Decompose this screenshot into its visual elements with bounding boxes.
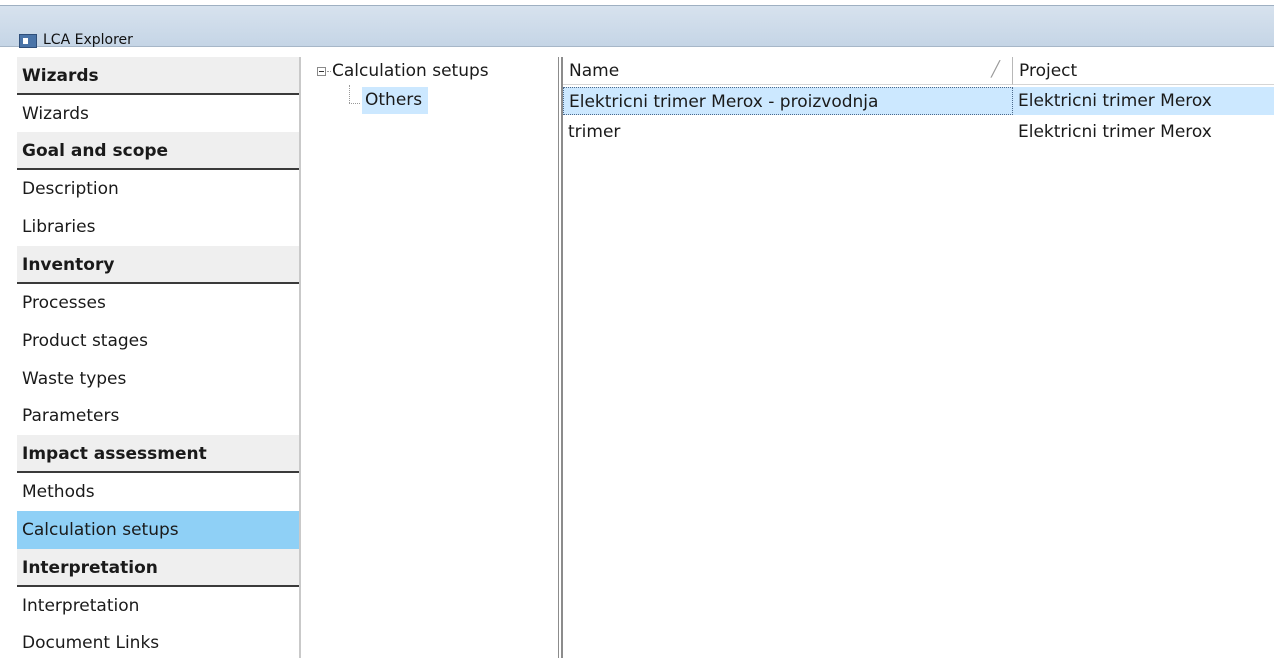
table-row[interactable]: trimer Elektricni trimer Merox	[563, 118, 1274, 146]
window-title: LCA Explorer	[43, 32, 133, 48]
cell-project: Elektricni trimer Merox	[1013, 87, 1274, 115]
section-header-interpretation[interactable]: Interpretation	[17, 549, 299, 587]
tree-connector-line	[349, 85, 350, 103]
column-header-name[interactable]: Name ╱	[563, 57, 1013, 85]
sidebar-item-libraries[interactable]: Libraries	[17, 208, 299, 246]
cell-name: trimer	[568, 122, 621, 142]
column-header-project[interactable]: Project	[1013, 57, 1274, 85]
lca-explorer-sidebar: Wizards Wizards Goal and scope Descripti…	[17, 57, 301, 658]
section-header-wizards[interactable]: Wizards	[17, 57, 299, 95]
tree-node-label: Others	[365, 90, 423, 110]
section-header-inventory[interactable]: Inventory	[17, 246, 299, 284]
sidebar-item-calculation-setups[interactable]: Calculation setups	[17, 511, 299, 549]
sidebar-item-waste-types[interactable]: Waste types	[17, 360, 299, 398]
tree-connector-line	[327, 71, 331, 72]
sidebar-item-interpretation[interactable]: Interpretation	[17, 587, 299, 625]
sidebar-item-document-links[interactable]: Document Links	[17, 624, 299, 658]
cell-name: Elektricni trimer Merox - proizvodnja	[563, 87, 1013, 115]
table-row[interactable]: Elektricni trimer Merox - proizvodnja El…	[563, 87, 1274, 115]
sidebar-item-processes[interactable]: Processes	[17, 284, 299, 322]
app-window-icon	[19, 34, 37, 48]
sidebar-item-product-stages[interactable]: Product stages	[17, 322, 299, 360]
sidebar-item-methods[interactable]: Methods	[17, 473, 299, 511]
tree-node-others[interactable]: Others	[362, 87, 428, 114]
calculation-setups-tree: Calculation setups Others	[303, 57, 559, 658]
sort-indicator-icon: ╱	[990, 60, 1000, 78]
tree-connector-line	[349, 103, 360, 104]
collapse-icon[interactable]	[317, 67, 326, 76]
calculation-setups-list: Name ╱ Project Elektricni trimer Merox -…	[561, 57, 1274, 658]
sidebar-item-description[interactable]: Description	[17, 170, 299, 208]
sidebar-item-wizards[interactable]: Wizards	[17, 95, 299, 133]
section-header-goal-and-scope[interactable]: Goal and scope	[17, 132, 299, 170]
sidebar-item-parameters[interactable]: Parameters	[17, 397, 299, 435]
section-header-impact-assessment[interactable]: Impact assessment	[17, 435, 299, 473]
tree-node-calculation-setups[interactable]: Calculation setups	[332, 61, 489, 81]
cell-project: Elektricni trimer Merox	[1018, 122, 1212, 142]
title-bar[interactable]: LCA Explorer	[0, 5, 1274, 48]
